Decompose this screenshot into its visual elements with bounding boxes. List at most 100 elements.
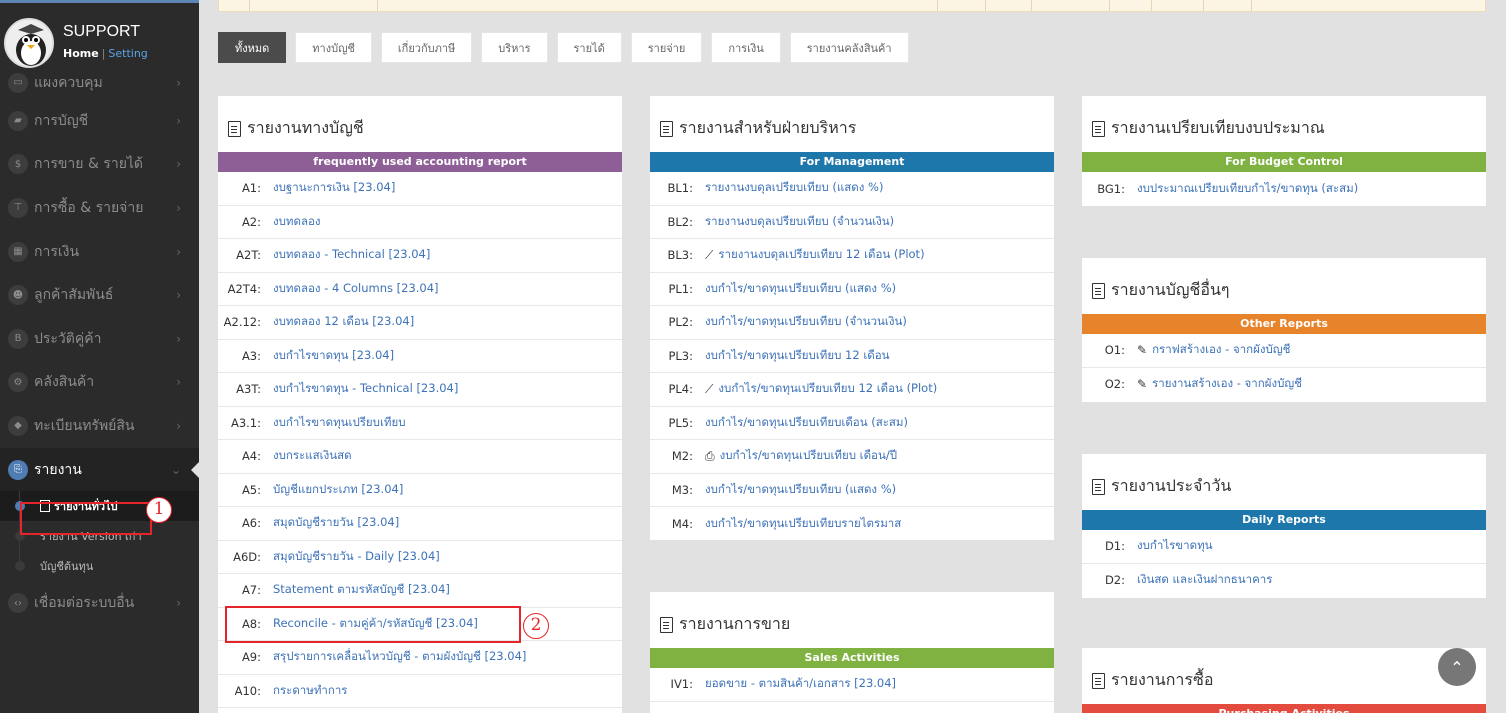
report-row-a7[interactable]: A7: Statement ตามรหัสบัญชี [23.04] [218,574,622,608]
report-row-a2-12[interactable]: A2.12: งบทดลอง 12 เดือน [23.04] [218,306,622,340]
report-link[interactable]: สมุดบัญชีรายวัน [23.04] [273,514,399,532]
sidebar-item-label: ลูกค้าสัมพันธ์ [34,287,114,304]
report-link[interactable]: รายงานงบดุลเปรียบเทียบ 12 เดือน (Plot) [718,246,924,264]
sidebar-item-reports[interactable]: ⎘ รายงาน ⌄ [0,447,199,492]
report-row-pl4[interactable]: PL4: ⟋ งบกำไร/ขาดทุนเปรียบเทียบ 12 เดือน (… [650,373,1054,407]
report-row-o1[interactable]: O1: ✎ กราฟสร้างเอง - จากผังบัญชี [1082,334,1486,368]
book-icon: ▰ [8,110,28,131]
report-link[interactable]: บัญชีแยกประเภท [23.04] [273,481,403,499]
sidebar-item-accounting[interactable]: ▰ การบัญชี › [0,99,199,143]
report-row-iv1[interactable]: IV1: ยอดขาย - ตามสินค้า/เอกสาร [23.04] [650,668,1054,702]
filter-tab-tax[interactable]: เกี่ยวกับภาษี [380,32,473,63]
report-link[interactable]: งบทดลอง 12 เดือน [23.04] [273,313,414,331]
filter-tab-finance[interactable]: การเงิน [711,32,781,63]
filter-tab-expense[interactable]: รายจ่าย [630,32,703,63]
report-link[interactable]: งบฐานะการเงิน [23.04] [273,179,395,197]
report-row-bl2[interactable]: BL2: รายงานงบดุลเปรียบเทียบ (จำนวนเงิน) [650,206,1054,239]
report-link[interactable]: งบกำไร/ขาดทุนเปรียบเทียบ (จำนวนเงิน) [705,313,907,331]
sidebar-item-label: การซื้อ & รายจ่าย [34,199,144,216]
report-link[interactable]: กระดาษทำการ [273,682,347,700]
report-link[interactable]: งบกำไร/ขาดทุนเปรียบเทียบรายไตรมาส [705,515,901,533]
report-link[interactable]: งบทดลอง - Technical [23.04] [273,246,430,264]
sidebar-item-integrations[interactable]: ‹› เชื่อมต่อระบบอื่น › [0,581,199,625]
sidebar-item-purchase-expense[interactable]: ⊤ การซื้อ & รายจ่าย › [0,186,199,230]
report-link[interactable]: Statement ตามรหัสบัญชี [23.04] [273,581,450,599]
report-link[interactable]: งบกำไรขาดทุน - Technical [23.04] [273,380,458,398]
report-row-a3t[interactable]: A3T: งบกำไรขาดทุน - Technical [23.04] [218,373,622,407]
sidebar-item-crm[interactable]: ☻ ลูกค้าสัมพันธ์ › [0,273,199,317]
report-link[interactable]: สรุปรายการเคลื่อนไหวบัญชี - ตามผังบัญชี … [273,648,526,666]
report-row-bl1[interactable]: BL1: รายงานงบดุลเปรียบเทียบ (แสดง %) [650,172,1054,206]
report-row-pl3[interactable]: PL3: งบกำไร/ขาดทุนเปรียบเทียบ 12 เดือน [650,340,1054,373]
report-row-pl5[interactable]: PL5: งบกำไร/ขาดทุนเปรียบเทียบเดือน (สะสม) [650,407,1054,440]
panel-budget-reports: รายงานเปรียบเทียบงบประมาณ For Budget Con… [1082,96,1486,206]
report-link[interactable]: งบประมาณเปรียบเทียบกำไร/ขาดทุน (สะสม) [1137,180,1358,198]
report-link[interactable]: งบกำไร/ขาดทุนเปรียบเทียบเดือน (สะสม) [705,414,908,432]
report-link[interactable]: งบทดลอง - 4 Columns [23.04] [273,280,439,298]
report-row-bl3[interactable]: BL3: ⟋ รายงานงบดุลเปรียบเทียบ 12 เดือน (Pl… [650,239,1054,273]
report-row-d2[interactable]: D2: เงินสด และเงินฝากธนาคาร [1082,564,1486,598]
report-row-d1[interactable]: D1: งบกำไรขาดทุน [1082,530,1486,564]
report-row-a1[interactable]: A1: งบฐานะการเงิน [23.04] [218,172,622,206]
report-code: PL1: [668,281,693,296]
report-row-a2t4[interactable]: A2T4: งบทดลอง - 4 Columns [23.04] [218,273,622,306]
report-row-a6d[interactable]: A6D: สมุดบัญชีรายวัน - Daily [23.04] [218,541,622,574]
document-icon [228,120,241,137]
report-code: A9: [241,650,261,665]
report-link[interactable]: เงินสด และเงินฝากธนาคาร [1137,571,1272,589]
report-row-o2[interactable]: O2: ✎ รายงานสร้างเอง - จากผังบัญชี [1082,368,1486,402]
report-link[interactable]: งบกำไร/ขาดทุนเปรียบเทียบ 12 เดือน (Plot) [718,380,937,398]
report-filter-tabs: ทั้งหมด ทางบัญชี เกี่ยวกับภาษี บริหาร รา… [218,32,918,63]
report-code: BL3: [667,248,694,263]
toolbar-divider [377,0,378,11]
report-row-a3-1[interactable]: A3.1: งบกำไรขาดทุนเปรียบเทียบ [218,407,622,440]
filter-tab-inventory-reports[interactable]: รายงานคลังสินค้า [789,32,909,63]
report-link[interactable]: งบกำไรขาดทุน [1137,537,1213,555]
report-row-a5[interactable]: A5: บัญชีแยกประเภท [23.04] [218,474,622,507]
sidebar-subitem-cost-accounting[interactable]: บัญชีต้นทุน [0,551,199,581]
sidebar-item-assets[interactable]: ◆ ทะเบียนทรัพย์สิน › [0,404,199,448]
report-link[interactable]: ยอดขาย - ตามสินค้า/เอกสาร [23.04] [705,675,896,693]
avatar[interactable] [4,18,54,68]
scroll-top-button[interactable]: ⌃ [1438,648,1476,686]
sidebar-item-partner-history[interactable]: B ประวัติคู่ค้า › [0,317,199,361]
report-link[interactable]: รายงานสร้างเอง - จากผังบัญชี [1152,375,1302,393]
report-link[interactable]: รายงานงบดุลเปรียบเทียบ (จำนวนเงิน) [705,213,894,231]
report-row-a6[interactable]: A6: สมุดบัญชีรายวัน [23.04] [218,507,622,541]
report-link[interactable]: งบกำไรขาดทุน [23.04] [273,347,394,365]
sidebar-item-finance[interactable]: ▦ การเงิน › [0,230,199,274]
filter-tab-accounting[interactable]: ทางบัญชี [295,32,372,63]
filter-tab-all[interactable]: ทั้งหมด [218,32,287,63]
report-row-bg1[interactable]: BG1: งบประมาณเปรียบเทียบกำไร/ขาดทุน (สะสม… [1082,172,1486,206]
report-row-pl2[interactable]: PL2: งบกำไร/ขาดทุนเปรียบเทียบ (จำนวนเงิน) [650,306,1054,340]
report-row-a9[interactable]: A9: สรุปรายการเคลื่อนไหวบัญชี - ตามผังบัญ… [218,641,622,675]
report-link[interactable]: งบกระแสเงินสด [273,447,352,465]
sidebar-item-sales-revenue[interactable]: $ การขาย & รายได้ › [0,143,199,187]
report-link[interactable]: กราฟสร้างเอง - จากผังบัญชี [1152,341,1290,359]
report-code: M4: [671,516,693,531]
report-link[interactable]: งบกำไร/ขาดทุนเปรียบเทียบ เดือน/ปี [720,447,897,465]
sidebar-item-dashboard[interactable]: ▭ แผงควบคุม › [0,66,199,99]
report-row-m2[interactable]: M2: ⎙ งบกำไร/ขาดทุนเปรียบเทียบ เดือน/ปี [650,440,1054,474]
home-link[interactable]: Home [63,47,99,60]
report-link[interactable]: งบทดลอง [273,213,321,231]
report-row-pl1[interactable]: PL1: งบกำไร/ขาดทุนเปรียบเทียบ (แสดง %) [650,273,1054,306]
report-link[interactable]: งบกำไร/ขาดทุนเปรียบเทียบ (แสดง %) [705,280,896,298]
report-link[interactable]: งบกำไร/ขาดทุนเปรียบเทียบ 12 เดือน [705,347,890,365]
setting-link[interactable]: Setting [108,47,147,60]
report-row-m3[interactable]: M3: งบกำไร/ขาดทุนเปรียบเทียบ (แสดง %) [650,474,1054,507]
report-row-a4[interactable]: A4: งบกระแสเงินสด [218,440,622,474]
report-row-a3[interactable]: A3: งบกำไรขาดทุน [23.04] [218,340,622,373]
filter-tab-revenue[interactable]: รายได้ [556,32,622,63]
report-row-a2t[interactable]: A2T: งบทดลอง - Technical [23.04] [218,239,622,273]
report-link[interactable]: งบกำไรขาดทุนเปรียบเทียบ [273,414,406,432]
report-row-a2[interactable]: A2: งบทดลอง [218,206,622,239]
report-row-a10[interactable]: A10: กระดาษทำการ [218,675,622,708]
report-link[interactable]: รายงานงบดุลเปรียบเทียบ (แสดง %) [705,179,883,197]
toolbar-divider [985,0,986,11]
filter-tab-management[interactable]: บริหาร [481,32,548,63]
sidebar-item-inventory[interactable]: ⚙ คลังสินค้า › [0,361,199,405]
report-link[interactable]: งบกำไร/ขาดทุนเปรียบเทียบ (แสดง %) [705,481,896,499]
report-link[interactable]: สมุดบัญชีรายวัน - Daily [23.04] [273,548,440,566]
report-row-m4[interactable]: M4: งบกำไร/ขาดทุนเปรียบเทียบรายไตรมาส [650,507,1054,541]
